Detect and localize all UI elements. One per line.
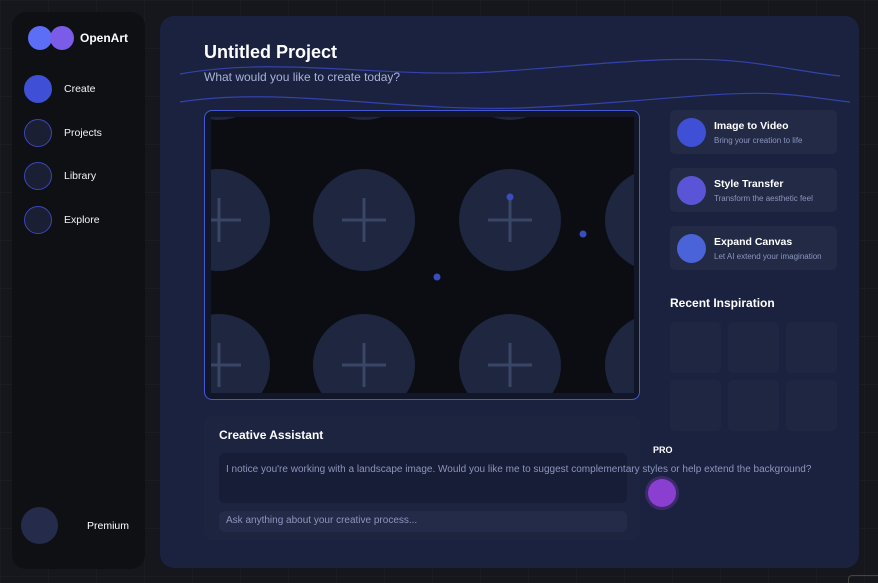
assistant-input-placeholder: Ask anything about your creative process… <box>226 515 418 526</box>
inspiration-thumbnail[interactable] <box>670 322 721 373</box>
assistant-input[interactable]: Ask anything about your creative process… <box>219 511 627 532</box>
feature-description: Let AI extend your imagination <box>714 252 822 261</box>
feature-title: Expand Canvas <box>714 236 793 248</box>
inspiration-thumbnail[interactable] <box>670 380 721 431</box>
feature-image-to-video[interactable]: Image to Video Bring your creation to li… <box>670 110 837 154</box>
create-icon <box>24 75 52 103</box>
inspiration-thumbnail[interactable] <box>786 380 837 431</box>
avatar <box>21 507 58 544</box>
sidebar-item-create[interactable]: Create <box>24 74 102 104</box>
window-corner <box>848 575 878 583</box>
recent-inspiration-grid <box>670 322 837 431</box>
feature-title: Image to Video <box>714 120 789 132</box>
feature-expand-canvas[interactable]: Expand Canvas Let AI extend your imagina… <box>670 226 837 270</box>
inspiration-thumbnail[interactable] <box>786 322 837 373</box>
library-icon <box>24 162 52 190</box>
creative-assistant-panel: Creative Assistant I notice you're worki… <box>204 416 811 540</box>
style-transfer-icon <box>677 176 706 205</box>
sidebar-nav: Create Projects Library Explore <box>24 74 102 248</box>
page-subtitle: What would you like to create today? <box>204 70 401 84</box>
premium-button[interactable]: Premium <box>21 507 129 544</box>
sidebar-item-label: Library <box>64 170 97 182</box>
sidebar-item-explore[interactable]: Explore <box>24 205 102 235</box>
sidebar-item-projects[interactable]: Projects <box>24 118 102 148</box>
sidebar-item-label: Create <box>64 83 96 95</box>
assistant-message: I notice you're working with a landscape… <box>219 453 811 503</box>
canvas-area[interactable] <box>211 117 634 393</box>
sidebar-item-label: Projects <box>64 126 102 139</box>
feature-description: Transform the aesthetic feel <box>714 194 813 203</box>
image-canvas[interactable] <box>204 110 640 400</box>
decorative-waves <box>179 58 851 109</box>
projects-icon <box>24 118 52 147</box>
upload-placeholder-pattern <box>211 117 634 393</box>
premium-label: Premium <box>87 519 130 532</box>
inspiration-thumbnail[interactable] <box>728 322 779 373</box>
sidebar-item-library[interactable]: Library <box>24 161 102 191</box>
pro-button[interactable] <box>648 479 676 507</box>
page-title[interactable]: Untitled Project <box>204 42 337 63</box>
app-name: OpenArt <box>80 31 128 45</box>
feature-title: Style Transfer <box>714 178 784 190</box>
logo-mark-icon <box>28 26 74 50</box>
pro-badge: PRO <box>653 445 673 455</box>
recent-inspiration-heading: Recent Inspiration <box>670 296 775 310</box>
inspiration-thumbnail[interactable] <box>728 380 779 431</box>
sidebar-item-label: Explore <box>64 213 100 226</box>
image-to-video-icon <box>677 118 706 147</box>
logo[interactable]: OpenArt <box>28 26 128 50</box>
feature-list: Image to Video Bring your creation to li… <box>670 110 837 284</box>
assistant-message-text: I notice you're working with a landscape… <box>226 464 812 475</box>
feature-description: Bring your creation to life <box>714 136 803 145</box>
feature-style-transfer[interactable]: Style Transfer Transform the aesthetic f… <box>670 168 837 212</box>
sidebar: OpenArt Create Projects Library Explore … <box>12 12 145 569</box>
expand-canvas-icon <box>677 234 706 263</box>
assistant-title: Creative Assistant <box>219 428 324 442</box>
explore-icon <box>24 205 52 234</box>
main-panel: Untitled Project What would you like to … <box>160 16 859 568</box>
